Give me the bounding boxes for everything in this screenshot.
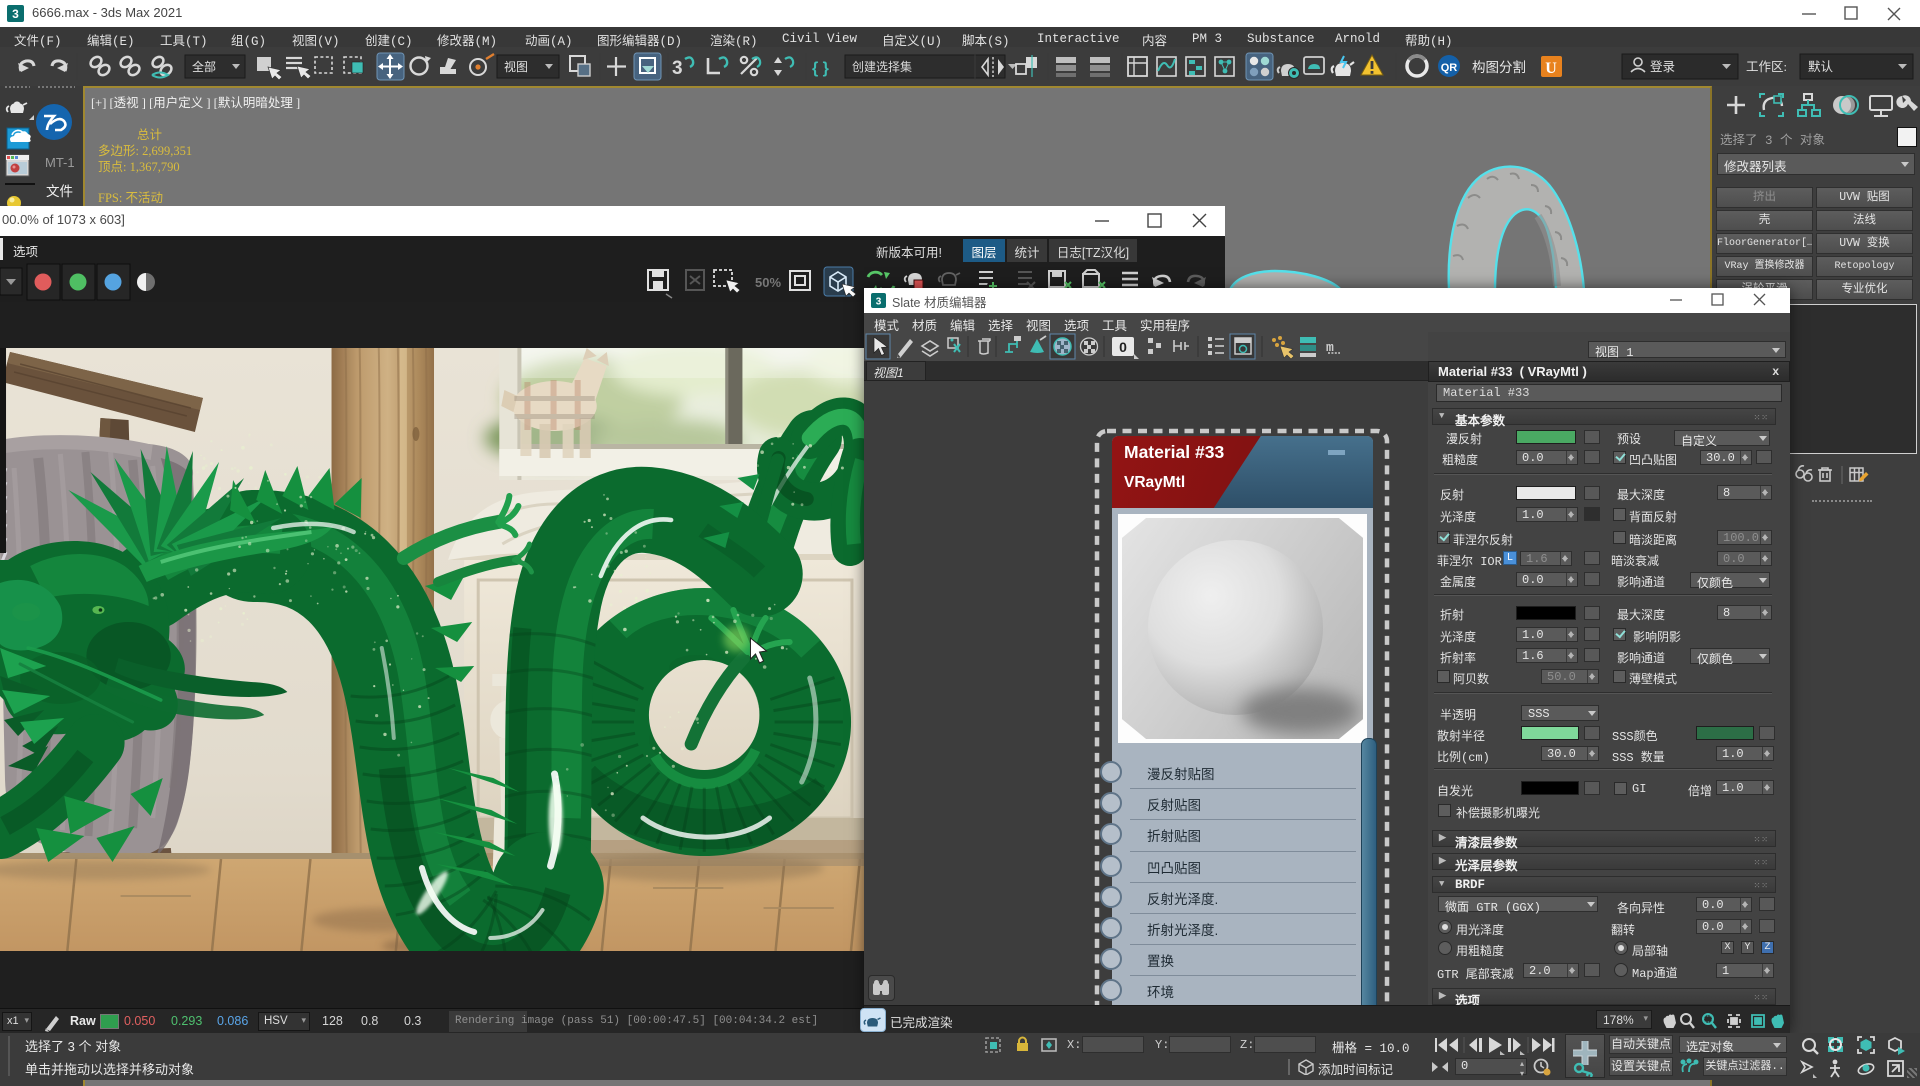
svg-text:3: 3 (12, 7, 19, 21)
svg-text:U: U (1545, 60, 1557, 77)
svg-text:FPS: 不活动: FPS: 不活动 (98, 187, 163, 206)
svg-text:0: 0 (1119, 339, 1127, 355)
svg-text:[+] [透视 ] [用户定义 ] [默认明暗处理 ]: [+] [透视 ] [用户定义 ] [默认明暗处理 ] (91, 92, 300, 111)
svg-text:工作区:: 工作区: (1746, 56, 1787, 75)
svg-text:登录: 登录 (1650, 56, 1675, 75)
svg-text:顶点: 1,367,790: 顶点: 1,367,790 (98, 156, 180, 175)
svg-text:默认: 默认 (1808, 56, 1834, 75)
svg-text:QR: QR (1441, 62, 1458, 74)
svg-text:3: 3 (672, 58, 683, 79)
svg-text:{ }: { } (812, 60, 829, 77)
svg-text:全部: 全部 (192, 58, 216, 75)
svg-text:MT-1: MT-1 (45, 155, 75, 170)
svg-text:50%: 50% (755, 275, 781, 290)
svg-text:构图分割: 构图分割 (1472, 56, 1526, 76)
svg-text:视图: 视图 (504, 58, 528, 75)
svg-text:文件: 文件 (46, 180, 73, 200)
svg-text:3: 3 (876, 297, 882, 308)
svg-text:创建选择集: 创建选择集 (852, 58, 912, 75)
